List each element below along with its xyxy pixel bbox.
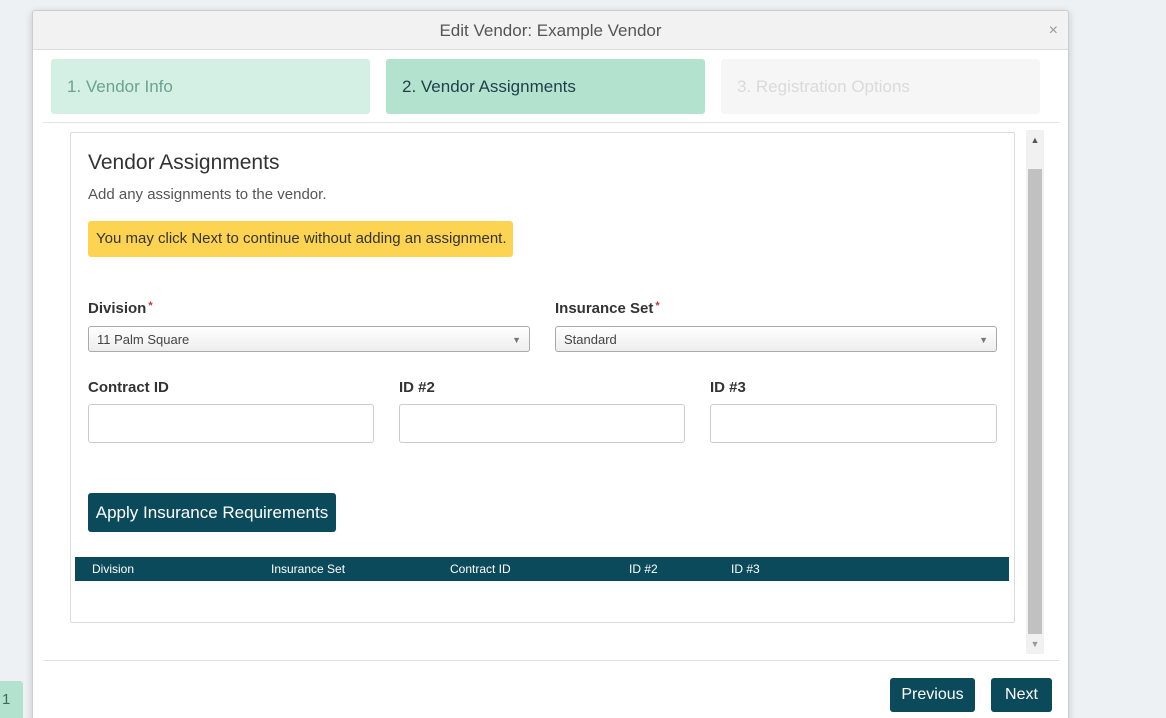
column-header-division[interactable]: Division bbox=[92, 557, 134, 581]
division-select-value: 11 Palm Square bbox=[97, 332, 190, 347]
dialog-title: Edit Vendor: Example Vendor bbox=[439, 21, 662, 40]
insurance-set-label: Insurance Set * bbox=[555, 300, 660, 317]
division-label: Division * bbox=[88, 300, 153, 317]
id2-label: ID #2 bbox=[399, 379, 435, 396]
divider bbox=[43, 122, 1059, 123]
required-marker: * bbox=[655, 300, 660, 312]
next-button[interactable]: Next bbox=[991, 678, 1052, 712]
id3-input[interactable] bbox=[710, 404, 997, 443]
apply-insurance-requirements-button[interactable]: Apply Insurance Requirements bbox=[88, 493, 336, 532]
insurance-set-select[interactable]: Standard ▼ bbox=[555, 326, 997, 352]
chevron-down-icon: ▼ bbox=[979, 335, 988, 345]
vertical-scrollbar[interactable]: ▲ ▼ bbox=[1026, 130, 1044, 654]
edit-vendor-dialog: Edit Vendor: Example Vendor × 1. Vendor … bbox=[32, 10, 1069, 718]
step-registration-options: 3. Registration Options bbox=[721, 59, 1040, 114]
previous-button[interactable]: Previous bbox=[890, 678, 975, 712]
dialog-titlebar: Edit Vendor: Example Vendor × bbox=[33, 11, 1068, 50]
id2-input[interactable] bbox=[399, 404, 685, 443]
step-vendor-info[interactable]: 1. Vendor Info bbox=[51, 59, 370, 114]
column-header-id3[interactable]: ID #3 bbox=[731, 557, 760, 581]
id3-label: ID #3 bbox=[710, 379, 746, 396]
required-marker: * bbox=[148, 300, 153, 312]
divider bbox=[43, 660, 1059, 661]
section-title: Vendor Assignments bbox=[88, 151, 280, 174]
contract-id-label: Contract ID bbox=[88, 379, 169, 396]
insurance-set-label-text: Insurance Set bbox=[555, 300, 654, 317]
assignments-table-header: Division Insurance Set Contract ID ID #2… bbox=[75, 557, 1009, 581]
insurance-set-select-value: Standard bbox=[564, 332, 617, 347]
info-notice: You may click Next to continue without a… bbox=[88, 221, 513, 257]
scroll-up-icon[interactable]: ▲ bbox=[1026, 132, 1044, 148]
step-vendor-assignments[interactable]: 2. Vendor Assignments bbox=[386, 59, 705, 114]
column-header-id2[interactable]: ID #2 bbox=[629, 557, 658, 581]
division-select[interactable]: 11 Palm Square ▼ bbox=[88, 326, 530, 352]
background-step-chip: 1 bbox=[0, 681, 23, 718]
contract-id-input[interactable] bbox=[88, 404, 374, 443]
division-label-text: Division bbox=[88, 300, 147, 317]
assignments-panel: Vendor Assignments Add any assignments t… bbox=[70, 132, 1015, 623]
close-icon[interactable]: × bbox=[1049, 23, 1058, 39]
chevron-down-icon: ▼ bbox=[512, 335, 521, 345]
column-header-contract-id[interactable]: Contract ID bbox=[450, 557, 511, 581]
section-subtitle: Add any assignments to the vendor. bbox=[88, 186, 327, 203]
scroll-down-icon[interactable]: ▼ bbox=[1026, 636, 1044, 652]
scrollbar-thumb[interactable] bbox=[1028, 169, 1042, 634]
column-header-insurance-set[interactable]: Insurance Set bbox=[271, 557, 345, 581]
wizard-steps: 1. Vendor Info 2. Vendor Assignments 3. … bbox=[51, 59, 1041, 114]
